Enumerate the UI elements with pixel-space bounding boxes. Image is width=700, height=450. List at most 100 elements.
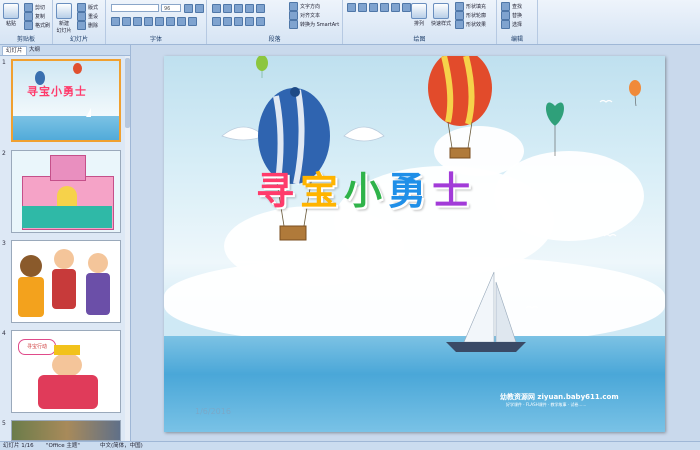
- font-color-icon: [188, 17, 197, 26]
- new-slide-button[interactable]: 新建 幻灯片: [56, 3, 72, 34]
- shape-outline-button[interactable]: 形状轮廓: [455, 11, 486, 20]
- reset-icon: [77, 12, 86, 21]
- replace-button[interactable]: 替换: [501, 11, 522, 20]
- shape-effects-button[interactable]: 形状效果: [455, 20, 486, 29]
- arrow-shape-icon: [369, 3, 378, 12]
- oval-shape-icon: [380, 3, 389, 12]
- thumb-number: 4: [2, 330, 6, 337]
- clipboard-group: 粘贴 剪切 复制 格式刷 剪贴板: [0, 0, 53, 44]
- find-button[interactable]: 查找: [501, 2, 522, 11]
- shapes-gallery[interactable]: [347, 3, 411, 12]
- wing: [343, 126, 385, 142]
- arrange-icon: [411, 3, 427, 19]
- line-spacing-icon: [256, 4, 265, 13]
- bold-icon: [111, 17, 120, 26]
- character-head: [54, 249, 74, 269]
- shrink-font-icon: [195, 4, 204, 13]
- paste-button[interactable]: 粘贴: [3, 3, 19, 27]
- align-right-icon: [234, 17, 243, 26]
- slide-thumbnail-1[interactable]: 寻宝小勇士: [11, 59, 121, 142]
- castle-door: [57, 186, 77, 206]
- small-balloon: [256, 56, 268, 71]
- cut-button[interactable]: 剪切: [24, 3, 45, 12]
- strike-icon: [144, 17, 153, 26]
- character-body: [52, 269, 76, 309]
- align-left-icon: [212, 17, 221, 26]
- smartart-button[interactable]: 转换为 SmartArt: [289, 20, 339, 29]
- font-group: 96 字体: [106, 0, 207, 44]
- character-head: [88, 253, 108, 273]
- slide-thumbnail-5[interactable]: [11, 420, 121, 441]
- title-char: 宝: [300, 169, 345, 213]
- delete-icon: [77, 21, 86, 30]
- sail: [463, 271, 495, 343]
- clipboard-label: 剪贴板: [16, 36, 35, 43]
- grow-font-button[interactable]: [184, 4, 204, 13]
- watermark-subtext: 好学课件 · FLASH课件 · 教学故事 · 试卷……: [506, 402, 587, 407]
- slide-title[interactable]: 寻宝小勇士: [256, 160, 476, 215]
- thumb-balloon: [73, 63, 82, 74]
- wing: [221, 126, 265, 141]
- panel-scrollbar[interactable]: [125, 56, 130, 441]
- slide-thumbnail-2[interactable]: [11, 150, 121, 233]
- quick-styles-button[interactable]: 快速样式: [431, 3, 451, 27]
- thumb-number: 5: [2, 420, 6, 427]
- arrange-button[interactable]: 排列: [411, 3, 427, 27]
- font-name-combo[interactable]: [111, 4, 159, 12]
- slide-thumbnail-3[interactable]: [11, 240, 121, 323]
- editing-label: 编辑: [510, 36, 523, 43]
- tab-outline[interactable]: 大纲: [26, 46, 43, 54]
- bird: [525, 305, 539, 309]
- format-painter-button[interactable]: 格式刷: [24, 21, 50, 30]
- title-char: 勇: [388, 169, 433, 213]
- shape-fill-button[interactable]: 形状填充: [455, 2, 486, 11]
- triangle-shape-icon: [391, 3, 400, 12]
- shadow-icon: [155, 17, 164, 26]
- layout-button[interactable]: 版式: [77, 3, 98, 12]
- slide-thumbnail-4[interactable]: 寻宝行动: [11, 330, 121, 413]
- align-text-button[interactable]: 对齐文本: [289, 11, 320, 20]
- align-buttons[interactable]: [212, 17, 265, 26]
- bird: [599, 99, 613, 103]
- new-slide-icon: [56, 3, 72, 19]
- castle-tower: [50, 155, 86, 181]
- bullets-icon: [212, 4, 221, 13]
- balloon-top-knot: [290, 87, 300, 97]
- tab-slides[interactable]: 幻灯片: [2, 46, 27, 55]
- slides-group: 新建 幻灯片 版式 重设 删除 幻灯片: [53, 0, 106, 44]
- slide-date[interactable]: 1/6/2016: [195, 407, 231, 416]
- character-body: [86, 273, 110, 315]
- list-buttons[interactable]: [212, 4, 265, 13]
- watermark-text: 幼教资源网 ziyuan.baby611.com: [500, 393, 619, 401]
- select-button[interactable]: 选择: [501, 20, 522, 29]
- font-size-combo[interactable]: 96: [161, 4, 181, 12]
- balloon-string: [634, 95, 637, 107]
- paragraph-group: 文字方向 对齐文本 转换为 SmartArt 段落: [207, 0, 343, 44]
- italic-icon: [122, 17, 131, 26]
- thumb-title: 寻宝小勇士: [27, 85, 87, 98]
- font-format-buttons[interactable]: [111, 17, 197, 26]
- copy-button[interactable]: 复制: [24, 12, 45, 21]
- reset-button[interactable]: 重设: [77, 12, 98, 21]
- spacing-icon: [166, 17, 175, 26]
- drawing-label: 绘图: [413, 36, 426, 43]
- grow-font-icon: [184, 4, 193, 13]
- replace-icon: [501, 11, 510, 20]
- title-char: 士: [432, 169, 477, 213]
- case-icon: [177, 17, 186, 26]
- bird: [423, 231, 437, 235]
- line-shape-icon: [358, 3, 367, 12]
- balloons-illustration: [221, 56, 641, 352]
- justify-icon: [245, 17, 254, 26]
- scissors-icon: [24, 3, 33, 12]
- castle-base: [22, 206, 112, 228]
- text-direction-button[interactable]: 文字方向: [289, 2, 320, 11]
- delete-slide-button[interactable]: 删除: [77, 21, 98, 30]
- scrollbar-thumb[interactable]: [125, 58, 130, 128]
- sail: [495, 281, 517, 343]
- slide-canvas[interactable]: 寻宝小勇士 1/6/2016 幼教资源网 ziyuan.baby611.com …: [164, 56, 665, 432]
- effects-icon: [455, 20, 464, 29]
- thumb-sailboat: [86, 108, 91, 117]
- drawing-group: 排列 快速样式 形状填充 形状轮廓 形状效果 绘图: [343, 0, 497, 44]
- panel-tabs: 幻灯片 大纲: [0, 45, 130, 56]
